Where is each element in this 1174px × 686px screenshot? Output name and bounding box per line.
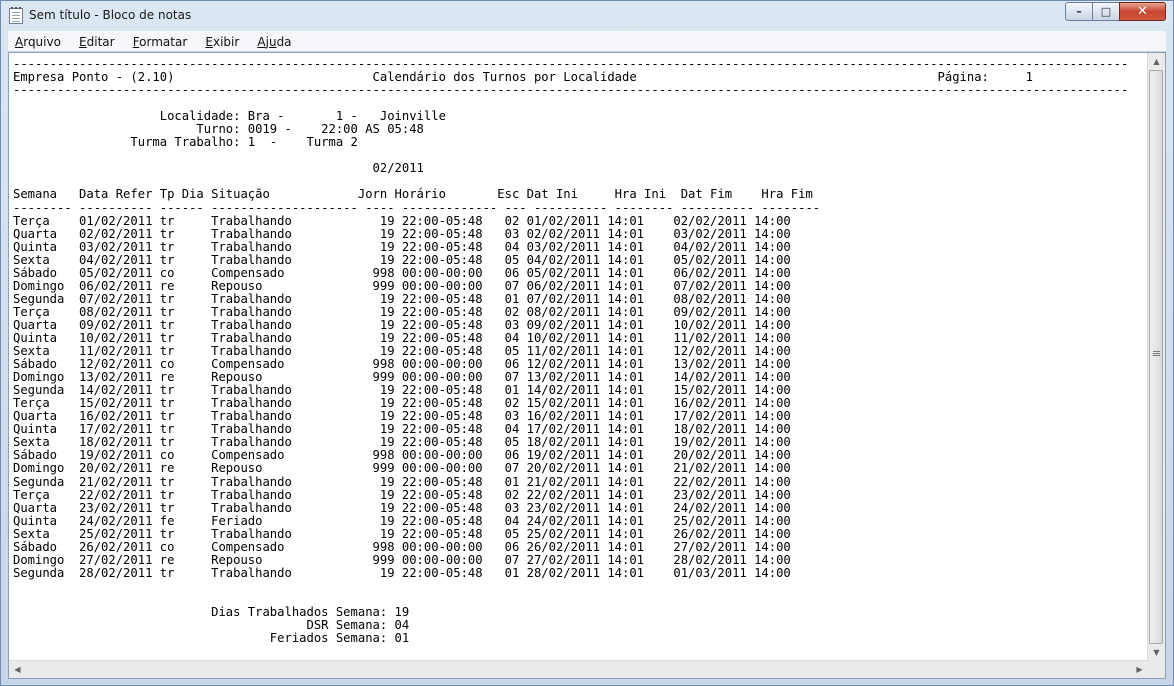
document-line: Sexta 11/02/2011 tr Trabalhando 19 22:00…	[13, 344, 791, 359]
document-line: Sexta 04/02/2011 tr Trabalhando 19 22:00…	[13, 252, 791, 267]
document-line: Terça 22/02/2011 tr Trabalhando 19 22:00…	[13, 487, 791, 502]
document-line: Segunda 28/02/2011 tr Trabalhando 19 22:…	[13, 565, 791, 580]
menu-ajuda-label-2: da	[276, 35, 292, 49]
document-line: Quarta 23/02/2011 tr Trabalhando 19 22:0…	[13, 500, 791, 515]
document-line: Sexta 18/02/2011 tr Trabalhando 19 22:00…	[13, 435, 791, 450]
document-line: Localidade: Bra - 1 - Joinville	[13, 109, 446, 124]
document-line: Empresa Ponto - (2.10) Calendário dos Tu…	[13, 70, 1033, 85]
close-icon: ✕	[1137, 4, 1148, 19]
minimize-button[interactable]: –	[1065, 2, 1093, 21]
document-line: Quinta 03/02/2011 tr Trabalhando 19 22:0…	[13, 239, 791, 254]
vertical-scroll-thumb[interactable]	[1149, 70, 1163, 644]
document-line: Sábado 12/02/2011 co Compensado 998 00:0…	[13, 357, 791, 372]
document-line: Domingo 06/02/2011 re Repouso 999 00:00-…	[13, 278, 791, 293]
document-line: Quinta 24/02/2011 fe Feriado 19 22:00-05…	[13, 513, 791, 528]
document-line: -------- ---------- ------ -------------…	[13, 200, 821, 215]
document-line: 02/2011	[13, 161, 424, 176]
horizontal-scrollbar[interactable]: ◀ ▶	[9, 660, 1148, 678]
document-line: Terça 08/02/2011 tr Trabalhando 19 22:00…	[13, 304, 791, 319]
document-line: Feriados Semana: 01	[13, 631, 410, 646]
document-line: Dias Trabalhados Semana: 19	[13, 604, 410, 619]
menu-ajuda-accesskey: A	[257, 35, 266, 49]
menu-formatar-label: ormatar	[139, 35, 188, 49]
notepad-icon[interactable]	[9, 7, 23, 24]
document-line: Terça 15/02/2011 tr Trabalhando 19 22:00…	[13, 396, 791, 411]
menu-editar[interactable]: Editar	[72, 32, 121, 50]
document-line: Quarta 09/02/2011 tr Trabalhando 19 22:0…	[13, 317, 791, 332]
document-line: Sábado 05/02/2011 co Compensado 998 00:0…	[13, 265, 791, 280]
menu-editar-accesskey: E	[79, 35, 87, 49]
vertical-scrollbar[interactable]: ▲ ▼	[1147, 53, 1165, 661]
menu-exibir-accesskey: E	[205, 35, 213, 49]
menu-formatar[interactable]: Formatar	[126, 32, 194, 50]
document-line: Turma Trabalho: 1 - Turma 2	[13, 135, 358, 150]
menu-ajuda-accesskey-2: u	[268, 35, 277, 49]
window-title: Sem título - Bloco de notas	[29, 8, 192, 22]
menu-arquivo[interactable]: Arquivo	[8, 32, 67, 50]
document-line: ----------------------------------------…	[13, 83, 1129, 98]
document-text[interactable]: ----------------------------------------…	[13, 57, 1129, 646]
document-line: Sábado 19/02/2011 co Compensado 998 00:0…	[13, 448, 791, 463]
document-line: Domingo 13/02/2011 re Repouso 999 00:00-…	[13, 370, 791, 385]
document-line: Segunda 14/02/2011 tr Trabalhando 19 22:…	[13, 383, 791, 398]
scroll-up-icon[interactable]: ▲	[1148, 53, 1165, 70]
menu-ajuda[interactable]: Ajuda	[250, 32, 297, 50]
menu-arquivo-label: rquivo	[23, 35, 61, 49]
document-line: Semana Data Refer Tp Dia Situação Jorn H…	[13, 187, 813, 202]
document-line: Segunda 21/02/2011 tr Trabalhando 19 22:…	[13, 474, 791, 489]
scroll-left-icon[interactable]: ◀	[9, 661, 26, 678]
document-line: Quinta 10/02/2011 tr Trabalhando 19 22:0…	[13, 330, 791, 345]
text-editor[interactable]: ----------------------------------------…	[8, 52, 1166, 679]
maximize-button[interactable]: □	[1092, 2, 1120, 21]
document-line: Domingo 27/02/2011 re Repouso 999 00:00-…	[13, 552, 791, 567]
scroll-right-icon[interactable]: ▶	[1131, 661, 1148, 678]
document-line: Turno: 0019 - 22:00 AS 05:48	[13, 122, 424, 137]
grip-icon	[1153, 351, 1160, 352]
notepad-window: Sem título - Bloco de notas – □ ✕ Arquiv…	[0, 0, 1174, 686]
document-line: Terça 01/02/2011 tr Trabalhando 19 22:00…	[13, 213, 791, 228]
document-line: Quarta 02/02/2011 tr Trabalhando 19 22:0…	[13, 226, 791, 241]
document-line: Domingo 20/02/2011 re Repouso 999 00:00-…	[13, 461, 791, 476]
document-line: Sexta 25/02/2011 tr Trabalhando 19 22:00…	[13, 526, 791, 541]
close-button[interactable]: ✕	[1119, 2, 1166, 21]
maximize-icon: □	[1100, 5, 1112, 18]
document-line: Quinta 17/02/2011 tr Trabalhando 19 22:0…	[13, 422, 791, 437]
minimize-icon: –	[1076, 5, 1082, 18]
document-line: ----------------------------------------…	[13, 57, 1129, 71]
title-bar[interactable]: Sem título - Bloco de notas – □ ✕	[1, 1, 1173, 31]
menu-bar: Arquivo Editar Formatar Exibir Ajuda	[8, 31, 1166, 52]
menu-exibir[interactable]: Exibir	[198, 32, 245, 50]
menu-exibir-label: xibir	[212, 35, 240, 49]
scrollbar-corner	[1148, 661, 1165, 678]
document-line: Quarta 16/02/2011 tr Trabalhando 19 22:0…	[13, 409, 791, 424]
document-line: Sábado 26/02/2011 co Compensado 998 00:0…	[13, 539, 791, 554]
scroll-down-icon[interactable]: ▼	[1148, 644, 1165, 661]
document-line: DSR Semana: 04	[13, 618, 410, 633]
document-line: Segunda 07/02/2011 tr Trabalhando 19 22:…	[13, 291, 791, 306]
menu-arquivo-accesskey: A	[15, 35, 24, 49]
menu-editar-label: ditar	[86, 35, 115, 49]
